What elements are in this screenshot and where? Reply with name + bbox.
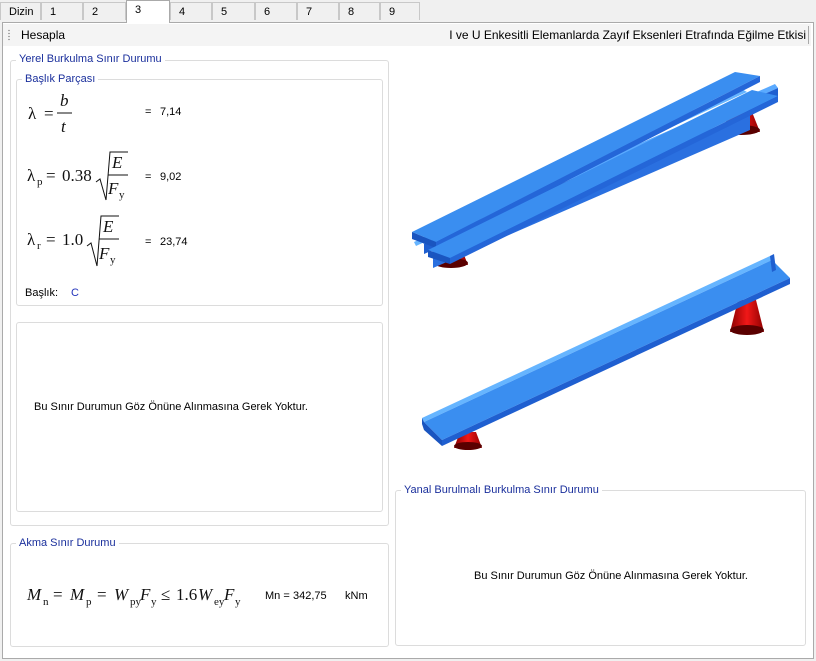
flange-class-label: Başlık: <box>25 287 59 299</box>
tab-4[interactable]: 4 <box>170 2 212 20</box>
svg-text:=: = <box>46 230 56 249</box>
svg-text:1.6: 1.6 <box>176 585 197 604</box>
toolbar-title: I ve U Enkesitli Elemanlarda Zayıf Eksen… <box>449 28 806 42</box>
svg-text:F: F <box>139 585 151 604</box>
svg-text:λ: λ <box>27 166 36 185</box>
lambda-r-value: 23,74 <box>160 236 188 248</box>
svg-text:n: n <box>43 596 49 608</box>
svg-text:1.0: 1.0 <box>62 230 83 249</box>
tab-strip: Dizin 1 2 3 4 5 6 7 8 9 <box>0 0 816 23</box>
toolbar-grip[interactable] <box>8 29 10 41</box>
slenderness-formula: λ = b t <box>28 91 72 136</box>
lambda-p-formula: λ p = 0.38 E F y <box>27 151 128 201</box>
tab-7[interactable]: 7 <box>297 2 339 20</box>
svg-text:y: y <box>151 596 157 608</box>
tab-5[interactable]: 5 <box>212 2 255 20</box>
toolbar-separator <box>808 26 809 44</box>
ltb-group <box>395 490 806 646</box>
yield-moment-formula: M n = M p = W py F y ≤ 1.6 W ey F y <box>26 585 241 608</box>
lambda-eq: = <box>145 106 152 118</box>
svg-text:W: W <box>114 585 130 604</box>
tab-9[interactable]: 9 <box>380 2 420 20</box>
flange-legend: Başlık Parçası <box>22 73 99 85</box>
yield-result-unit: kNm <box>345 590 368 602</box>
svg-text:p: p <box>37 176 43 188</box>
svg-text:=: = <box>97 585 107 604</box>
svg-text:E: E <box>111 153 123 172</box>
yield-result-label: Mn = <box>265 590 290 602</box>
calculate-button[interactable]: Hesapla <box>21 28 65 42</box>
svg-text:W: W <box>198 585 214 604</box>
svg-text:=: = <box>53 585 63 604</box>
local-buckling-message: Bu Sınır Durumun Göz Önüne Alınmasına Ge… <box>34 401 308 413</box>
svg-text:0.38: 0.38 <box>62 166 92 185</box>
svg-text:=: = <box>46 166 56 185</box>
tab-dizin[interactable]: Dizin <box>0 2 41 20</box>
lambda-p-value: 9,02 <box>160 171 182 183</box>
ltb-legend: Yanal Burulmalı Burkulma Sınır Durumu <box>401 484 602 496</box>
svg-text:F: F <box>98 244 110 263</box>
svg-text:F: F <box>107 179 119 198</box>
tab-3[interactable]: 3 <box>126 0 170 23</box>
svg-text:≤: ≤ <box>161 585 170 604</box>
lambda-p-eq: = <box>145 171 152 183</box>
tab-6[interactable]: 6 <box>255 2 297 20</box>
lambda-r-eq: = <box>145 236 152 248</box>
svg-text:=: = <box>44 104 54 123</box>
svg-text:b: b <box>60 91 69 110</box>
yield-result-value: 342,75 <box>293 590 327 602</box>
i-beam-icon <box>412 72 778 268</box>
svg-text:t: t <box>61 117 67 136</box>
svg-text:λ: λ <box>28 104 37 123</box>
svg-text:r: r <box>37 240 41 252</box>
svg-text:p: p <box>86 596 92 608</box>
local-buckling-legend: Yerel Burkulma Sınır Durumu <box>16 53 165 65</box>
tab-1[interactable]: 1 <box>41 2 83 20</box>
tab-2[interactable]: 2 <box>83 2 126 20</box>
ltb-message: Bu Sınır Durumun Göz Önüne Alınmasına Ge… <box>474 570 748 582</box>
svg-text:M: M <box>69 585 85 604</box>
svg-text:F: F <box>223 585 235 604</box>
svg-text:y: y <box>110 254 116 266</box>
channel-beam-icon <box>422 254 790 450</box>
lambda-r-formula: λ r = 1.0 E F y <box>27 215 119 267</box>
yield-legend: Akma Sınır Durumu <box>16 537 119 549</box>
tab-8[interactable]: 8 <box>339 2 380 20</box>
flange-class-value: C <box>71 287 79 299</box>
lambda-value: 7,14 <box>160 106 182 118</box>
svg-text:M: M <box>26 585 42 604</box>
web-group <box>16 322 383 512</box>
svg-text:λ: λ <box>27 230 36 249</box>
svg-text:y: y <box>119 189 125 201</box>
svg-text:E: E <box>102 217 114 236</box>
svg-text:y: y <box>235 596 241 608</box>
beam-illustration <box>412 72 790 450</box>
